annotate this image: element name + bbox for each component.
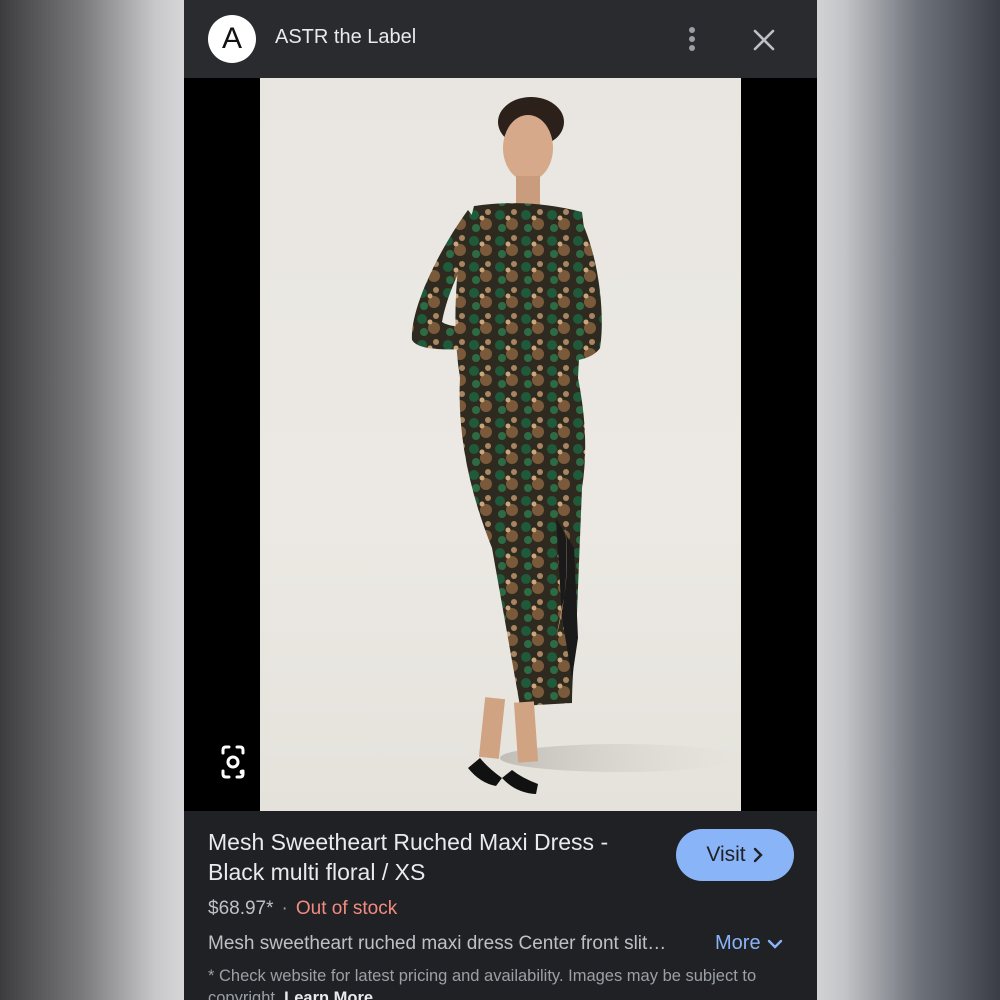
disclaimer: * Check website for latest pricing and a… <box>208 965 798 1000</box>
price-row: $68.97* · Out of stock <box>208 898 397 920</box>
product-image[interactable] <box>260 78 741 811</box>
visit-button[interactable]: Visit <box>676 829 794 881</box>
more-button[interactable]: More <box>715 932 783 955</box>
image-preview-panel: A ASTR the Label Mesh Sweetheart Ruched … <box>184 0 817 1000</box>
background-left <box>0 0 184 1000</box>
site-logo-letter: A <box>221 22 242 55</box>
google-lens-icon[interactable] <box>214 744 252 780</box>
more-button-label: More <box>715 932 761 954</box>
site-logo[interactable]: A <box>208 15 256 63</box>
chevron-right-icon <box>753 847 763 863</box>
product-description: Mesh sweetheart ruched maxi dress Center… <box>208 933 667 954</box>
site-name[interactable]: ASTR the Label <box>275 26 416 49</box>
stock-status: Out of stock <box>295 898 398 919</box>
learn-more-link[interactable]: Learn More <box>284 989 373 1000</box>
chevron-down-icon <box>767 939 782 949</box>
visit-button-label: Visit <box>706 843 746 866</box>
background-right <box>817 0 1000 1000</box>
separator: · <box>281 898 288 919</box>
price: $68.97* <box>208 898 274 919</box>
product-info: Mesh Sweetheart Ruched Maxi Dress - Blac… <box>184 811 817 1000</box>
image-viewer <box>184 78 817 811</box>
product-title[interactable]: Mesh Sweetheart Ruched Maxi Dress - Blac… <box>208 827 648 887</box>
more-vert-icon[interactable] <box>682 24 702 54</box>
close-icon[interactable] <box>750 26 778 54</box>
panel-header: A ASTR the Label <box>184 0 817 78</box>
